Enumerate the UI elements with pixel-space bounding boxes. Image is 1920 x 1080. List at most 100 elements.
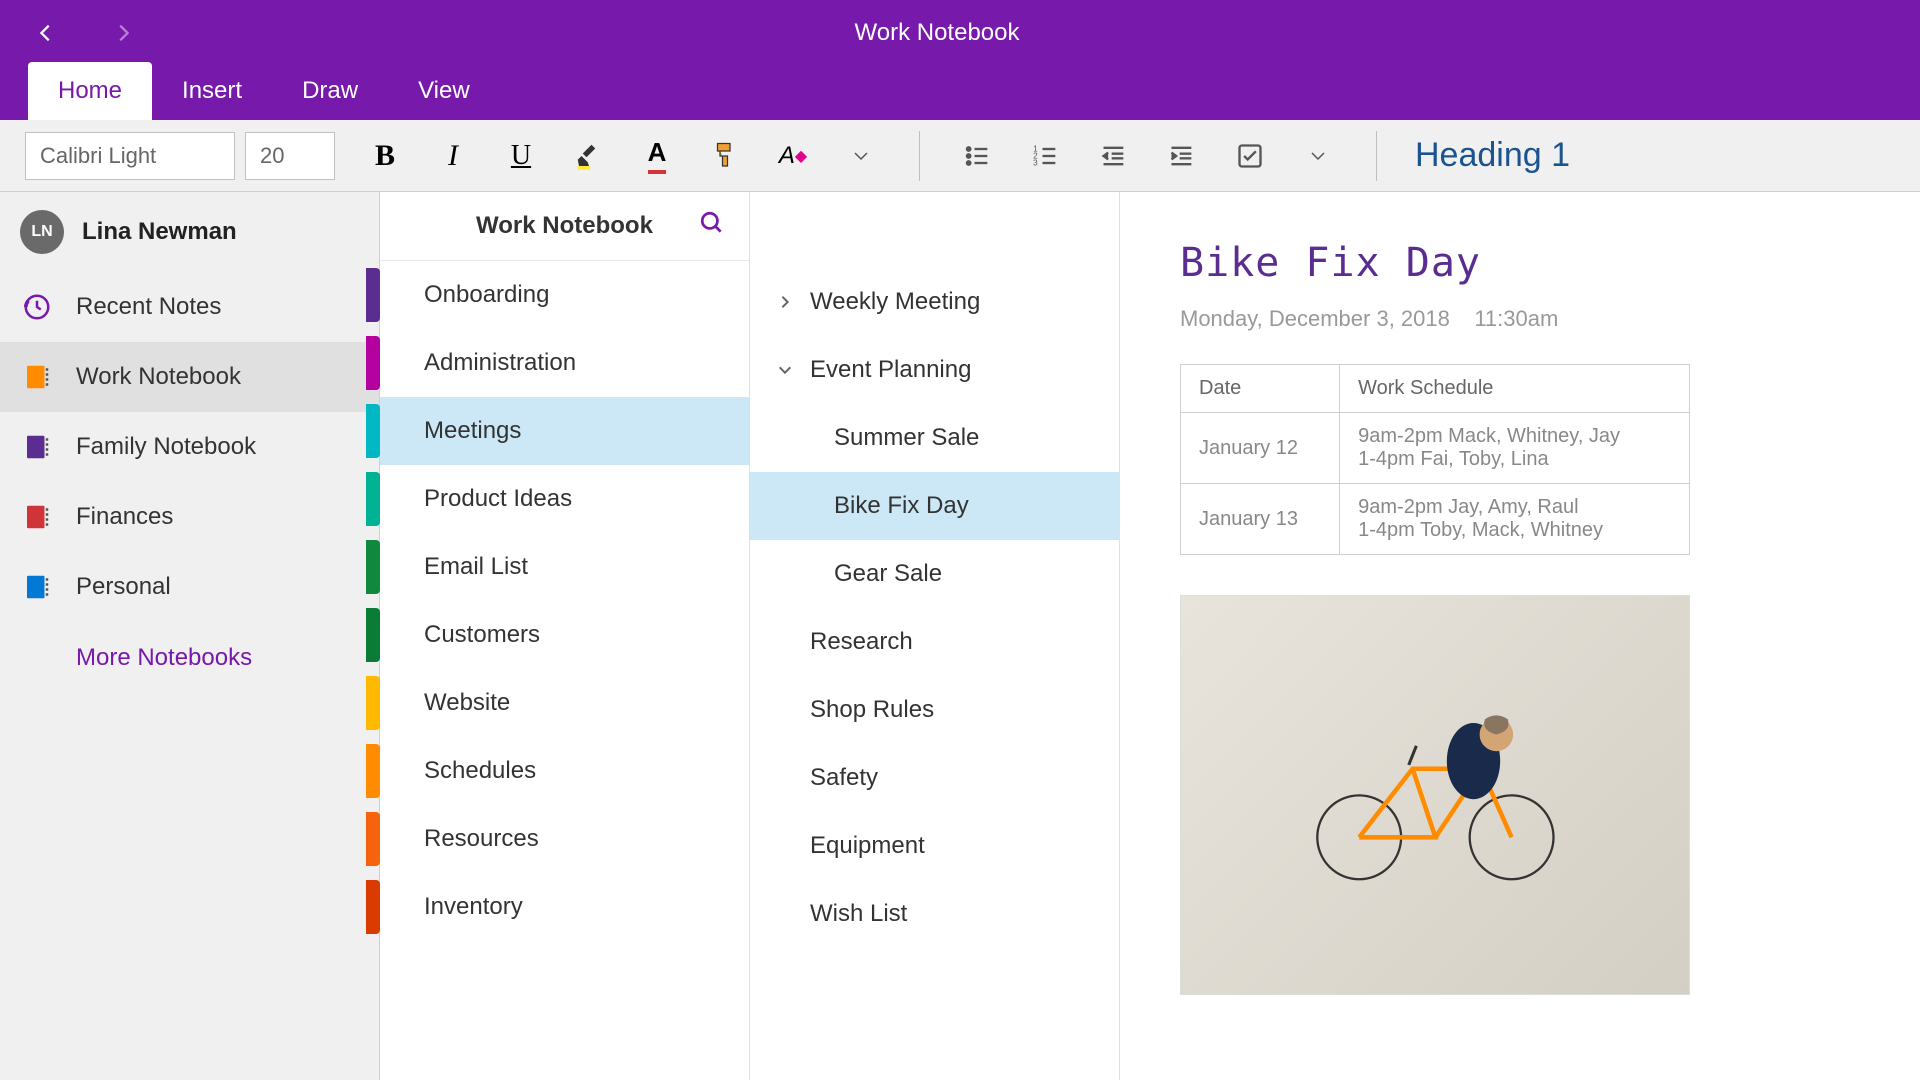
format-painter-button[interactable] bbox=[695, 126, 755, 186]
page-date-time: Monday, December 3, 2018 11:30am bbox=[1180, 306, 1860, 332]
tab-draw[interactable]: Draw bbox=[272, 62, 388, 120]
page-title[interactable]: Bike Fix Day bbox=[1180, 240, 1860, 286]
page-item[interactable]: Gear Sale bbox=[750, 540, 1119, 608]
section-label: Product Ideas bbox=[424, 485, 572, 513]
font-size-input[interactable] bbox=[245, 132, 335, 180]
user-account[interactable]: LN Lina Newman bbox=[0, 192, 379, 272]
page-item[interactable]: Safety bbox=[750, 744, 1119, 812]
bold-button[interactable]: B bbox=[355, 126, 415, 186]
section-item[interactable]: Customers bbox=[380, 601, 749, 669]
section-item[interactable]: Website bbox=[380, 669, 749, 737]
decrease-indent-button[interactable] bbox=[1084, 126, 1144, 186]
ribbon-tabs: HomeInsertDrawView bbox=[0, 65, 1920, 120]
page-label: Weekly Meeting bbox=[810, 288, 980, 316]
section-label: Email List bbox=[424, 553, 528, 581]
notebook-item[interactable]: Personal bbox=[0, 552, 379, 622]
underline-button[interactable]: U bbox=[491, 126, 551, 186]
notebook-icon bbox=[20, 500, 54, 534]
section-color-tab bbox=[366, 880, 380, 934]
section-label: Website bbox=[424, 689, 510, 717]
page-item[interactable]: Research bbox=[750, 608, 1119, 676]
section-color-tab bbox=[366, 812, 380, 866]
page-content[interactable]: Bike Fix Day Monday, December 3, 2018 11… bbox=[1120, 192, 1920, 1080]
section-item[interactable]: Inventory bbox=[380, 873, 749, 941]
page-label: Gear Sale bbox=[834, 560, 942, 588]
italic-button[interactable]: I bbox=[423, 126, 483, 186]
expand-icon bbox=[774, 294, 796, 310]
section-item[interactable]: Administration bbox=[380, 329, 749, 397]
page-item[interactable]: Wish List bbox=[750, 880, 1119, 948]
page-item[interactable]: Equipment bbox=[750, 812, 1119, 880]
numbered-list-button[interactable]: 123 bbox=[1016, 126, 1076, 186]
page-item[interactable]: Bike Fix Day bbox=[750, 472, 1119, 540]
section-color-tab bbox=[366, 404, 380, 458]
page-label: Event Planning bbox=[810, 356, 971, 384]
window-title: Work Notebook bbox=[184, 19, 1890, 47]
section-label: Meetings bbox=[424, 417, 521, 445]
toolbar-divider bbox=[1376, 131, 1377, 181]
table-header: Work Schedule bbox=[1340, 365, 1690, 413]
schedule-table[interactable]: DateWork Schedule January 129am-2pm Mack… bbox=[1180, 364, 1690, 555]
section-color-tab bbox=[366, 540, 380, 594]
sections-pane: Work Notebook Onboarding Administration Me… bbox=[380, 192, 750, 1080]
paragraph-dropdown[interactable] bbox=[1288, 126, 1348, 186]
increase-indent-button[interactable] bbox=[1152, 126, 1212, 186]
section-color-tab bbox=[366, 336, 380, 390]
section-label: Onboarding bbox=[424, 281, 549, 309]
page-item[interactable]: Shop Rules bbox=[750, 676, 1119, 744]
section-color-tab bbox=[366, 676, 380, 730]
notebook-item[interactable]: Family Notebook bbox=[0, 412, 379, 482]
forward-button[interactable] bbox=[107, 17, 139, 49]
page-item[interactable]: Weekly Meeting bbox=[750, 268, 1119, 336]
font-color-button[interactable]: A bbox=[627, 126, 687, 186]
notebook-icon bbox=[20, 430, 54, 464]
section-item[interactable]: Resources bbox=[380, 805, 749, 873]
table-cell[interactable]: January 13 bbox=[1181, 484, 1340, 555]
user-avatar: LN bbox=[20, 210, 64, 254]
page-label: Bike Fix Day bbox=[834, 492, 969, 520]
font-dropdown[interactable] bbox=[831, 126, 891, 186]
bullet-list-button[interactable] bbox=[948, 126, 1008, 186]
page-label: Equipment bbox=[810, 832, 925, 860]
search-button[interactable] bbox=[699, 210, 725, 243]
section-item[interactable]: Email List bbox=[380, 533, 749, 601]
section-item[interactable]: Meetings bbox=[380, 397, 749, 465]
clear-formatting-button[interactable]: A◆ bbox=[763, 126, 823, 186]
embedded-image[interactable] bbox=[1180, 595, 1690, 995]
table-row[interactable]: January 129am-2pm Mack, Whitney, Jay1-4p… bbox=[1181, 413, 1690, 484]
tab-view[interactable]: View bbox=[388, 62, 500, 120]
tab-insert[interactable]: Insert bbox=[152, 62, 272, 120]
section-label: Inventory bbox=[424, 893, 523, 921]
section-item[interactable]: Product Ideas bbox=[380, 465, 749, 533]
sections-header: Work Notebook bbox=[380, 192, 749, 261]
page-item[interactable]: Event Planning bbox=[750, 336, 1119, 404]
expand-icon bbox=[774, 362, 796, 378]
table-cell[interactable]: January 12 bbox=[1181, 413, 1340, 484]
tab-home[interactable]: Home bbox=[28, 62, 152, 120]
style-selector[interactable]: Heading 1 bbox=[1395, 136, 1570, 175]
table-row[interactable]: January 139am-2pm Jay, Amy, Raul1-4pm To… bbox=[1181, 484, 1690, 555]
recent-notes-item[interactable]: Recent Notes bbox=[0, 272, 379, 342]
sections-header-label: Work Notebook bbox=[476, 212, 653, 240]
more-notebooks-link[interactable]: More Notebooks bbox=[0, 622, 379, 694]
notebook-label: Work Notebook bbox=[76, 363, 241, 391]
table-header: Date bbox=[1181, 365, 1340, 413]
notebook-label: Personal bbox=[76, 573, 171, 601]
todo-tag-button[interactable] bbox=[1220, 126, 1280, 186]
table-cell[interactable]: 9am-2pm Jay, Amy, Raul1-4pm Toby, Mack, … bbox=[1340, 484, 1690, 555]
section-item[interactable]: Schedules bbox=[380, 737, 749, 805]
svg-text:3: 3 bbox=[1033, 158, 1038, 167]
section-item[interactable]: Onboarding bbox=[380, 261, 749, 329]
highlight-button[interactable] bbox=[559, 126, 619, 186]
pages-pane: Weekly Meeting Event Planning Summer Sale B… bbox=[750, 192, 1120, 1080]
font-name-input[interactable] bbox=[25, 132, 235, 180]
back-button[interactable] bbox=[30, 17, 62, 49]
notebook-item[interactable]: Finances bbox=[0, 482, 379, 552]
section-color-tab bbox=[366, 744, 380, 798]
user-name: Lina Newman bbox=[82, 218, 237, 246]
notebook-item[interactable]: Work Notebook bbox=[0, 342, 379, 412]
page-item[interactable]: Summer Sale bbox=[750, 404, 1119, 472]
table-cell[interactable]: 9am-2pm Mack, Whitney, Jay1-4pm Fai, Tob… bbox=[1340, 413, 1690, 484]
recent-notes-label: Recent Notes bbox=[76, 293, 221, 321]
titlebar: Work Notebook bbox=[0, 0, 1920, 65]
